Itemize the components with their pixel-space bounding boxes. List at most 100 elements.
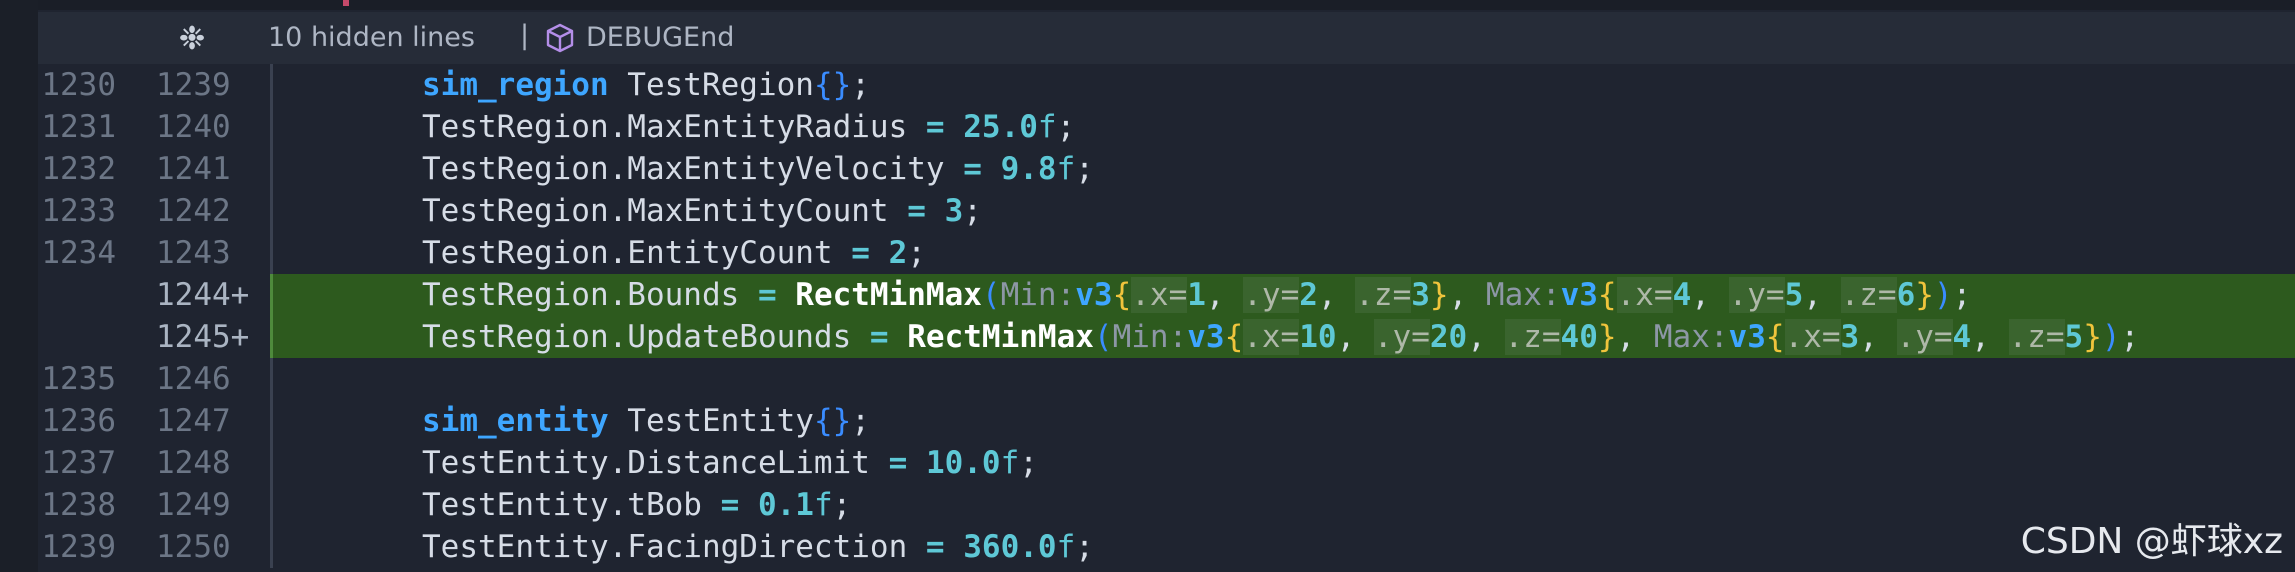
code-text[interactable]: TestRegion.EntityCount = 2; bbox=[422, 232, 926, 274]
assign-operator: = bbox=[907, 529, 964, 565]
number-literal: 2 bbox=[888, 235, 908, 271]
hidden-lines-label[interactable]: 10 hidden lines bbox=[268, 22, 475, 54]
comma: , bbox=[1859, 319, 1897, 355]
member-access: TestRegion.EntityCount bbox=[422, 235, 833, 271]
code-line[interactable]: 1233 1242 TestRegion.MaxEntityCount = 3; bbox=[38, 190, 2295, 232]
function-name: RectMinMax bbox=[795, 277, 982, 313]
gutter-divider bbox=[270, 232, 273, 274]
new-line-number: 1246 bbox=[156, 361, 231, 397]
member-access: TestRegion.Bounds bbox=[422, 277, 740, 313]
semicolon: ; bbox=[832, 487, 852, 523]
code-text[interactable]: TestEntity.tBob = 0.1f; bbox=[422, 484, 851, 526]
semicolon: ; bbox=[1019, 445, 1038, 481]
code-text[interactable]: TestRegion.MaxEntityVelocity = 9.8f; bbox=[422, 148, 1094, 190]
inlay-hint: .x= bbox=[1784, 319, 1841, 355]
unfold-icon[interactable]: ❉ bbox=[173, 19, 211, 57]
code-line[interactable]: 1231 1240 TestRegion.MaxEntityRadius = 25.… bbox=[38, 106, 2295, 148]
code-line[interactable]: 1236 1247 sim_entity TestEntity{}; bbox=[38, 400, 2295, 442]
type-keyword: sim_entity bbox=[422, 403, 609, 439]
code-text[interactable]: TestRegion.MaxEntityRadius = 25.0f; bbox=[422, 106, 1075, 148]
number-literal: 4 bbox=[1672, 277, 1692, 313]
code-text[interactable]: TestRegion.MaxEntityCount = 3; bbox=[422, 190, 982, 232]
number-literal: 10.0 bbox=[925, 445, 1001, 481]
number-literal: 3 bbox=[1840, 319, 1860, 355]
brace: { bbox=[1597, 277, 1617, 313]
inlay-hint: .z= bbox=[1355, 277, 1412, 313]
member-access: TestRegion.UpdateBounds bbox=[422, 319, 852, 355]
cube-icon bbox=[546, 23, 574, 53]
comma: , bbox=[1691, 277, 1729, 313]
code-text[interactable]: TestEntity.FacingDirection = 360.0f; bbox=[422, 526, 1094, 568]
assign-operator: = bbox=[888, 193, 945, 229]
number-literal: 40 bbox=[1560, 319, 1598, 355]
code-line[interactable]: 1239 1250 TestEntity.FacingDirection = 360… bbox=[38, 526, 2295, 568]
gutter-background bbox=[0, 0, 38, 572]
diff-editor[interactable]: 1230 1239 sim_region TestRegion{}; 1231 1240… bbox=[38, 64, 2295, 572]
folded-region-bar[interactable]: ❉ 10 hidden lines | DEBUGEnd bbox=[38, 12, 2295, 64]
old-line-number: 1239 bbox=[41, 529, 116, 565]
assign-operator: = bbox=[701, 487, 758, 523]
member-access: TestEntity.FacingDirection bbox=[422, 529, 908, 565]
code-text[interactable]: sim_region TestRegion{}; bbox=[422, 64, 870, 106]
new-line-number: 1248 bbox=[156, 445, 231, 481]
assign-operator: = bbox=[832, 235, 889, 271]
semicolon: ; bbox=[1075, 529, 1094, 565]
brace: } bbox=[2083, 319, 2102, 355]
added-code-line[interactable]: 1245+ TestRegion.UpdateBounds = RectMinMa… bbox=[38, 316, 2295, 358]
code-line[interactable]: 1232 1241 TestRegion.MaxEntityVelocity = 9… bbox=[38, 148, 2295, 190]
code-line[interactable]: 1235 1246 bbox=[38, 358, 2295, 400]
code-line[interactable]: 1238 1249 TestEntity.tBob = 0.1f; bbox=[38, 484, 2295, 526]
brace: } bbox=[1597, 319, 1617, 355]
old-line-number: 1230 bbox=[41, 67, 116, 103]
new-line-number: 1244+ bbox=[156, 277, 250, 313]
fold-symbol-name[interactable]: DEBUGEnd bbox=[586, 22, 734, 54]
assign-operator: = bbox=[907, 109, 964, 145]
number-literal: 2 bbox=[1299, 277, 1318, 313]
comma: , bbox=[1971, 319, 2009, 355]
assign-operator: = bbox=[739, 277, 796, 313]
assign-operator: = bbox=[851, 319, 908, 355]
code-text[interactable]: TestEntity.DistanceLimit = 10.0f; bbox=[422, 442, 1038, 484]
added-code-line[interactable]: 1244+ TestRegion.Bounds = RectMinMax(Min:… bbox=[38, 274, 2295, 316]
member-access: TestRegion.MaxEntityRadius bbox=[422, 109, 908, 145]
semicolon: ; bbox=[907, 235, 926, 271]
inlay-hint: Max: bbox=[1653, 319, 1729, 355]
assign-operator: = bbox=[869, 445, 926, 481]
inlay-hint: Min: bbox=[1000, 277, 1076, 313]
comma: , bbox=[1317, 277, 1356, 313]
old-line-number: 1235 bbox=[41, 361, 116, 397]
type-keyword: v3 bbox=[1075, 277, 1113, 313]
gutter-divider bbox=[270, 190, 273, 232]
semicolon: ; bbox=[1952, 277, 1972, 313]
number-suffix: f bbox=[1056, 529, 1076, 565]
inlay-hint: .x= bbox=[1616, 277, 1673, 313]
new-line-number: 1247 bbox=[156, 403, 231, 439]
old-line-number: 1234 bbox=[41, 235, 116, 271]
gutter-divider bbox=[270, 106, 273, 148]
function-name: RectMinMax bbox=[907, 319, 1094, 355]
number-literal: 6 bbox=[1896, 277, 1916, 313]
number-literal: 0.1 bbox=[757, 487, 814, 523]
inlay-hint: .z= bbox=[1504, 319, 1561, 355]
code-text[interactable]: sim_entity TestEntity{}; bbox=[422, 400, 870, 442]
number-literal: 9.8 bbox=[1000, 151, 1057, 187]
new-line-number: 1242 bbox=[156, 193, 231, 229]
member-access: TestEntity.tBob bbox=[422, 487, 702, 523]
scroll-marker bbox=[343, 0, 349, 6]
number-suffix: f bbox=[1037, 109, 1057, 145]
code-line[interactable]: 1234 1243 TestRegion.EntityCount = 2; bbox=[38, 232, 2295, 274]
new-line-number: 1250 bbox=[156, 529, 231, 565]
brace: { bbox=[813, 403, 833, 439]
gutter-divider bbox=[270, 526, 273, 568]
inlay-hint: .y= bbox=[1896, 319, 1953, 355]
code-line[interactable]: 1237 1248 TestEntity.DistanceLimit = 10.0f… bbox=[38, 442, 2295, 484]
old-line-number: 1236 bbox=[41, 403, 116, 439]
paren: ( bbox=[1093, 319, 1113, 355]
code-line[interactable]: 1230 1239 sim_region TestRegion{}; bbox=[38, 64, 2295, 106]
new-line-number: 1245+ bbox=[156, 319, 250, 355]
old-line-number: 1232 bbox=[41, 151, 116, 187]
number-literal: 360.0 bbox=[963, 529, 1057, 565]
code-text[interactable]: TestRegion.Bounds = RectMinMax(Min:v3{.x… bbox=[422, 274, 1971, 316]
gutter-divider bbox=[270, 484, 273, 526]
code-text[interactable]: TestRegion.UpdateBounds = RectMinMax(Min… bbox=[422, 316, 2139, 358]
